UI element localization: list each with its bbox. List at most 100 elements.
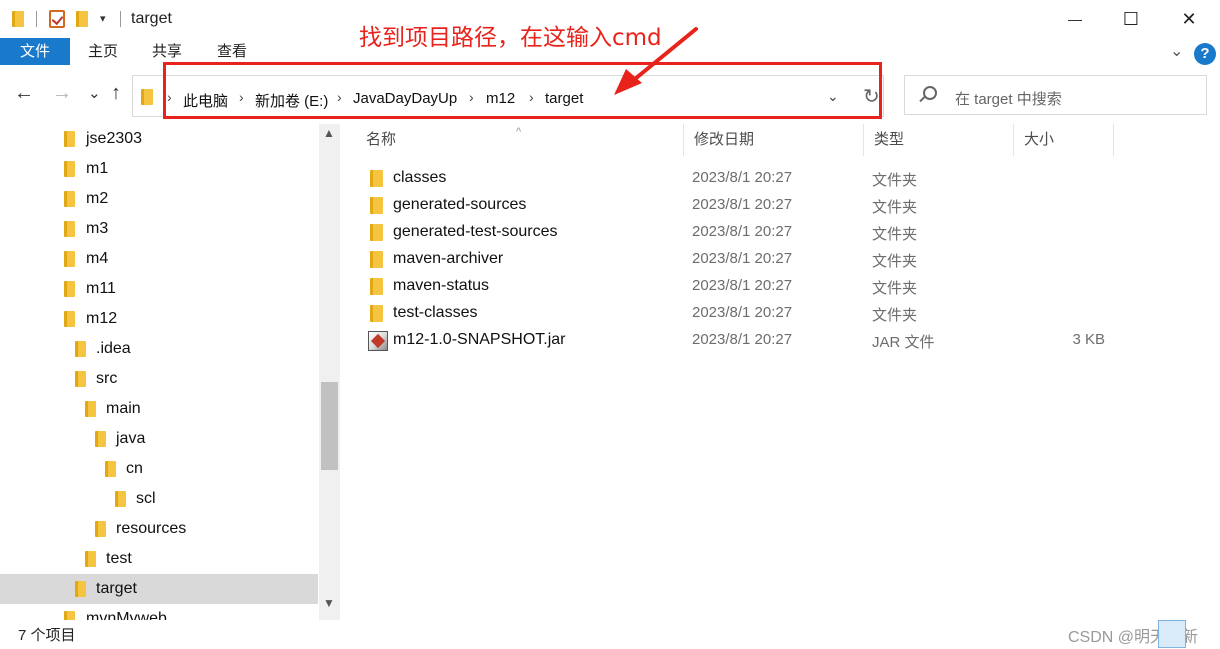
tree-item[interactable]: cn (0, 454, 318, 484)
folder-icon (141, 89, 153, 105)
tree-item[interactable]: m2 (0, 184, 318, 214)
file-type: 文件夹 (872, 307, 918, 324)
file-date: 2023/8/1 20:27 (692, 331, 793, 348)
tree-item[interactable]: test (0, 544, 318, 574)
minimize-button[interactable]: — (1046, 0, 1104, 38)
file-row[interactable]: generated-test-sources 2023/8/1 20:27 文件… (356, 219, 1220, 246)
jar-file-icon (368, 331, 388, 351)
forward-button[interactable]: → (52, 82, 72, 105)
column-header-name[interactable]: 名称 ^ (356, 124, 684, 156)
folder-icon (370, 170, 383, 187)
maximize-button[interactable]: ☐ (1102, 0, 1160, 38)
folder-icon (64, 281, 75, 297)
folder-icon (64, 311, 75, 327)
search-input[interactable]: 在 target 中搜索 (904, 75, 1207, 115)
file-row[interactable]: maven-archiver 2023/8/1 20:27 文件夹 (356, 246, 1220, 273)
search-placeholder: 在 target 中搜索 (955, 91, 1062, 108)
expand-ribbon-icon[interactable]: ⌄ (1170, 41, 1183, 61)
tree-item[interactable]: jse2303 (0, 124, 318, 154)
folder-icon (75, 371, 86, 387)
properties-icon[interactable] (49, 10, 65, 28)
tree-item[interactable]: m12 (0, 304, 318, 334)
column-header-date[interactable]: 修改日期 (684, 124, 864, 156)
file-name: generated-test-sources (393, 223, 558, 240)
folder-icon (64, 161, 75, 177)
search-icon (923, 86, 937, 100)
tree-item[interactable]: mvnMyweb (0, 604, 318, 620)
item-count: 7 个项目 (18, 627, 76, 644)
file-row[interactable]: test-classes 2023/8/1 20:27 文件夹 (356, 300, 1220, 327)
tree-item-label: resources (116, 520, 187, 537)
folder-icon (370, 305, 383, 322)
scroll-down-icon[interactable]: ▼ (323, 596, 335, 610)
tree-item-label: mvnMyweb (86, 610, 167, 620)
tab-share[interactable]: 共享 (152, 38, 182, 65)
status-bar: 7 个项目 CSDN @明天更新 (0, 620, 1220, 649)
tree-item-label: cn (126, 460, 143, 477)
scroll-up-icon[interactable]: ▲ (323, 126, 335, 140)
file-date: 2023/8/1 20:27 (692, 196, 793, 213)
up-button[interactable]: ↑ (111, 82, 121, 105)
back-button[interactable]: ← (14, 82, 34, 105)
sort-ascending-icon: ^ (516, 126, 522, 138)
recent-locations-button[interactable]: ⌄ (88, 84, 101, 102)
tree-item[interactable]: src (0, 364, 318, 394)
quick-access-dropdown[interactable]: ▾ (100, 12, 106, 25)
tree-item[interactable]: scl (0, 484, 318, 514)
tree-item[interactable]: m11 (0, 274, 318, 304)
tree-item[interactable]: .idea (0, 334, 318, 364)
folder-icon (64, 221, 75, 237)
file-date: 2023/8/1 20:27 (692, 250, 793, 267)
column-header-size[interactable]: 大小 (1014, 124, 1114, 156)
scroll-thumb[interactable] (321, 382, 338, 470)
tree-item[interactable]: m4 (0, 244, 318, 274)
help-icon[interactable]: ? (1194, 43, 1216, 65)
file-type: 文件夹 (872, 226, 918, 243)
folder-icon (115, 491, 126, 507)
details-view-button[interactable] (1158, 620, 1186, 648)
tab-view[interactable]: 查看 (217, 38, 247, 65)
file-row[interactable]: generated-sources 2023/8/1 20:27 文件夹 (356, 192, 1220, 219)
new-folder-icon[interactable] (76, 11, 88, 27)
file-type: 文件夹 (872, 199, 918, 216)
tree-item-label: m11 (86, 280, 116, 297)
tree-item[interactable]: main (0, 394, 318, 424)
file-name: generated-sources (393, 196, 527, 213)
annotation-arrow (614, 27, 698, 95)
folder-icon (95, 431, 106, 447)
tree-item[interactable]: resources (0, 514, 318, 544)
window-title: target (131, 10, 172, 27)
file-row[interactable]: m12-1.0-SNAPSHOT.jar 2023/8/1 20:27 JAR … (356, 327, 1220, 354)
divider (120, 11, 121, 27)
tree-item-label: m4 (86, 250, 109, 267)
folder-icon (12, 11, 24, 27)
address-highlight-box (163, 62, 882, 119)
file-name: test-classes (393, 304, 478, 321)
tree-item-label: src (96, 370, 118, 387)
tree-item[interactable]: m1 (0, 154, 318, 184)
folder-icon (75, 581, 86, 597)
folder-icon (95, 521, 106, 537)
file-name: maven-archiver (393, 250, 504, 267)
tree-item-label: m3 (86, 220, 109, 237)
folder-icon (75, 341, 86, 357)
tree-item[interactable]: java (0, 424, 318, 454)
close-button[interactable]: ✕ (1160, 0, 1218, 38)
folder-icon (105, 461, 116, 477)
file-name: m12-1.0-SNAPSHOT.jar (393, 331, 566, 348)
file-row[interactable]: maven-status 2023/8/1 20:27 文件夹 (356, 273, 1220, 300)
tab-file[interactable]: 文件 (0, 38, 70, 65)
tree-item-label: m1 (86, 160, 109, 177)
file-row[interactable]: classes 2023/8/1 20:27 文件夹 (356, 165, 1220, 192)
file-list: 名称 ^ 修改日期 类型 大小 classes 2023/8/1 20:27 文… (356, 124, 1220, 620)
tree-item-selected[interactable]: target (0, 574, 318, 604)
tree-item-label: scl (136, 490, 156, 507)
file-type: JAR 文件 (872, 334, 935, 351)
column-header-type[interactable]: 类型 (864, 124, 1014, 156)
tree-item[interactable]: m3 (0, 214, 318, 244)
tree-scrollbar[interactable]: ▲ ▼ (319, 124, 340, 620)
file-name: classes (393, 169, 447, 186)
navigation-pane: jse2303 m1 m2 m3 m4 m11 m12 .idea src ma… (0, 124, 340, 620)
tab-home[interactable]: 主页 (88, 38, 118, 65)
file-date: 2023/8/1 20:27 (692, 169, 793, 186)
